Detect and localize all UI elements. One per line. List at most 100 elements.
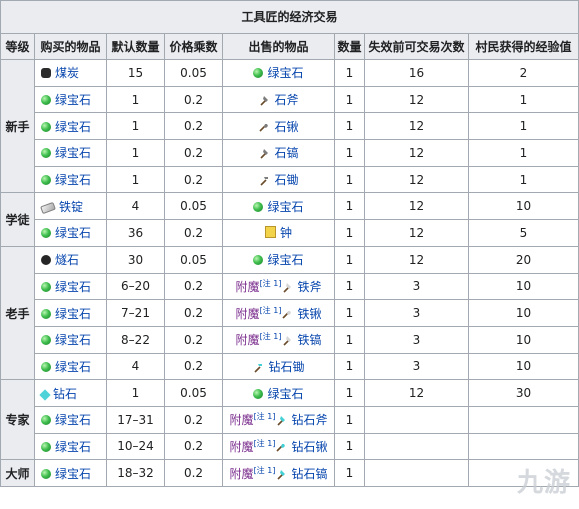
buy-item-link[interactable]: 绿宝石 [55, 173, 91, 187]
sell-item-cell: 绿宝石 [222, 245, 335, 274]
sell-item-link[interactable]: 石锹 [274, 120, 298, 134]
sell-item-link[interactable]: 绿宝石 [267, 200, 303, 214]
sell-item-link[interactable]: 石锄 [274, 173, 298, 187]
enchanted-label: 附魔 [235, 306, 260, 321]
emerald-icon [41, 361, 51, 372]
price-multiplier: 0.05 [164, 192, 223, 221]
footnote-link[interactable]: [注 1] [254, 412, 276, 421]
price-multiplier: 0.2 [164, 219, 223, 247]
sell-item-cell: 附魔[注 1] 钻石镐 [222, 459, 335, 487]
table-row: 绿宝石 1 0.2 石锄 1 12 1 [1, 165, 579, 194]
buy-item-link[interactable]: 绿宝石 [55, 467, 91, 481]
sell-quantity: 1 [334, 459, 365, 487]
sell-item-cell: 石锹 [222, 112, 335, 141]
default-quantity: 30 [106, 245, 165, 274]
buy-item-link[interactable]: 绿宝石 [55, 280, 91, 294]
sell-item-link[interactable]: 绿宝石 [267, 253, 303, 267]
price-multiplier: 0.2 [164, 352, 223, 381]
villager-xp: 2 [468, 59, 579, 87]
footnote-link[interactable]: [注 1] [260, 279, 282, 288]
buy-item-link[interactable]: 绿宝石 [55, 440, 91, 454]
price-multiplier: 0.2 [164, 112, 223, 141]
diamond-shovel-icon [275, 441, 287, 453]
buy-item-link[interactable]: 绿宝石 [55, 226, 91, 240]
buy-item-link[interactable]: 绿宝石 [55, 413, 91, 427]
buy-item-link[interactable]: 煤炭 [55, 66, 79, 80]
footnote-link[interactable]: [注 1] [254, 439, 276, 448]
buy-item-link[interactable]: 绿宝石 [55, 360, 91, 374]
sell-quantity: 1 [334, 59, 365, 87]
emerald-icon [41, 415, 51, 426]
column-header: 数量 [334, 33, 365, 60]
default-quantity: 4 [106, 352, 165, 381]
iron-ingot-icon [40, 201, 56, 214]
sell-item-link[interactable]: 钟 [280, 226, 292, 240]
sell-item-link[interactable]: 钻石镐 [291, 467, 327, 481]
buy-item-link[interactable]: 绿宝石 [55, 93, 91, 107]
enchanted-label: 附魔 [235, 279, 260, 294]
price-multiplier: 0.2 [164, 432, 223, 461]
table-row: 绿宝石 1 0.2 石斧 1 12 1 [1, 85, 579, 114]
buy-item-cell: 绿宝石 [34, 112, 107, 141]
footnote-link[interactable]: [注 1] [254, 466, 276, 475]
default-quantity: 36 [106, 219, 165, 247]
table-row: 专家 钻石 1 0.05 绿宝石 1 12 30 [0, 379, 579, 461]
table-row: 新手 煤炭 15 0.05 绿宝石 1 16 2 [0, 58, 579, 194]
villager-xp: 1 [468, 112, 579, 141]
price-multiplier: 0.05 [164, 245, 223, 274]
sell-quantity: 1 [334, 245, 365, 274]
default-quantity: 6–20 [106, 272, 165, 301]
sell-item-link[interactable]: 铁斧 [297, 280, 321, 294]
table-row: 老手 燧石 30 0.05 绿宝石 1 12 20 [0, 245, 579, 381]
footnote-link[interactable]: [注 1] [260, 332, 282, 341]
buy-item-cell: 煤炭 [34, 59, 107, 87]
sell-quantity: 1 [334, 272, 365, 301]
price-multiplier: 0.2 [164, 299, 223, 327]
sell-item-link[interactable]: 铁镐 [297, 333, 321, 347]
diamond-hoe-icon [252, 361, 264, 373]
buy-item-link[interactable]: 钻石 [53, 387, 77, 401]
price-multiplier: 0.05 [164, 59, 223, 87]
default-quantity: 1 [106, 139, 165, 167]
sell-quantity: 1 [334, 165, 365, 194]
buy-item-link[interactable]: 燧石 [55, 253, 79, 267]
iron-pickaxe-icon [281, 334, 293, 346]
table-row: 绿宝石 4 0.2 钻石锄 1 3 10 [1, 352, 579, 381]
sell-item-link[interactable]: 钻石锄 [268, 360, 304, 374]
max-uses: 12 [364, 219, 469, 247]
buy-item-link[interactable]: 绿宝石 [55, 120, 91, 134]
villager-xp [468, 405, 579, 434]
buy-item-link[interactable]: 绿宝石 [55, 307, 91, 321]
emerald-icon [253, 388, 264, 399]
sell-item-link[interactable]: 绿宝石 [267, 66, 303, 80]
stone-hoe-icon [258, 174, 270, 186]
sell-item-link[interactable]: 石镐 [274, 146, 298, 160]
default-quantity: 1 [106, 85, 165, 114]
buy-item-link[interactable]: 绿宝石 [55, 146, 91, 160]
enchanted-label: 附魔 [229, 439, 254, 454]
iron-shovel-icon [281, 308, 293, 320]
flint-icon [41, 255, 51, 266]
max-uses: 12 [364, 192, 469, 221]
footnote-link[interactable]: [注 1] [260, 306, 282, 315]
emerald-icon [41, 308, 51, 319]
sell-item-cell: 附魔[注 1] 铁锹 [222, 299, 335, 327]
sell-quantity: 1 [334, 299, 365, 327]
price-multiplier: 0.2 [164, 325, 223, 354]
emerald-icon [253, 201, 264, 212]
sell-item-link[interactable]: 钻石锹 [291, 440, 327, 454]
sell-item-cell: 钟 [222, 219, 335, 247]
buy-item-link[interactable]: 绿宝石 [55, 333, 91, 347]
sell-item-link[interactable]: 石斧 [274, 93, 298, 107]
buy-item-link[interactable]: 铁锭 [59, 200, 83, 214]
buy-item-cell: 绿宝石 [34, 165, 107, 194]
emerald-icon [41, 228, 51, 239]
stone-shovel-icon [258, 121, 270, 133]
sell-item-link[interactable]: 绿宝石 [267, 387, 303, 401]
default-quantity: 17–31 [106, 405, 165, 434]
emerald-icon [41, 281, 51, 292]
max-uses: 12 [364, 139, 469, 167]
sell-item-link[interactable]: 铁锹 [297, 307, 321, 321]
buy-item-cell: 燧石 [34, 245, 107, 274]
sell-item-link[interactable]: 钻石斧 [291, 413, 327, 427]
